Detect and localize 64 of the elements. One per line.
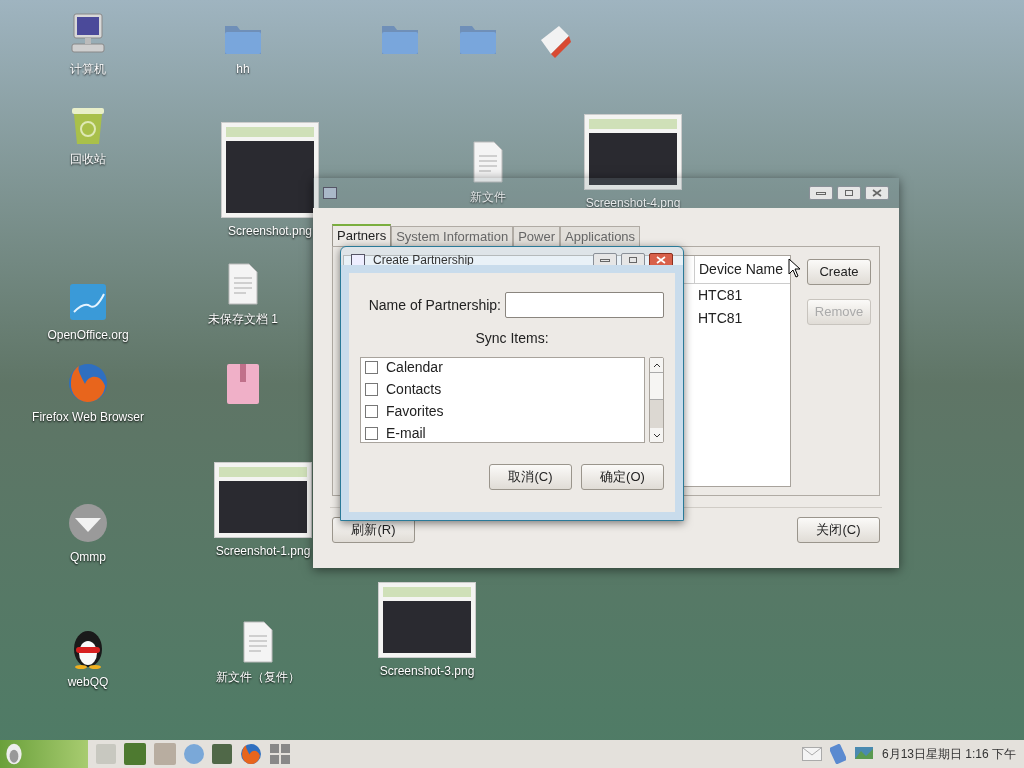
desktop-icon-label[interactable]: OpenOffice.org [47, 326, 129, 344]
checkbox-label: Contacts [386, 380, 442, 399]
minimize-button[interactable] [593, 253, 617, 267]
action-button[interactable]: Create [807, 259, 871, 285]
section-label: Sync Items: [475, 329, 549, 348]
scroll-up-icon[interactable] [650, 358, 663, 372]
desktop-icon-label[interactable]: Screenshot.png [227, 222, 313, 240]
close-button[interactable] [649, 253, 673, 267]
desktop-icon-label[interactable]: Screenshot-4.png [585, 194, 681, 212]
tab[interactable]: System Information [391, 226, 514, 246]
globe-fox-icon [67, 362, 109, 404]
document-icon [226, 262, 260, 306]
table-cell-text: HTC81 [697, 286, 744, 305]
desktop-icon-label[interactable]: Qmmp [70, 548, 106, 566]
footer-button[interactable]: 关闭(C) [797, 517, 880, 543]
window-icon [351, 254, 365, 266]
desktop-icon-label[interactable]: 新文件（复件） [216, 668, 300, 686]
maximize-button[interactable] [621, 253, 645, 267]
tab[interactable]: Power [513, 226, 560, 246]
close-button[interactable] [865, 186, 889, 200]
document-icon [471, 140, 505, 184]
desktop-icon-label[interactable]: 新文件 [470, 188, 506, 206]
window-icon [323, 187, 337, 199]
table-cell-text: HTC81 [697, 309, 744, 328]
input-field[interactable] [505, 292, 664, 318]
desktop-icon-label[interactable]: 回收站 [70, 150, 106, 168]
minimize-button[interactable] [809, 186, 833, 200]
desktop-icon-label[interactable]: webQQ [67, 673, 109, 691]
chart-document-icon [68, 282, 108, 322]
checkbox[interactable] [365, 405, 378, 418]
mail-icon[interactable] [801, 747, 822, 761]
scroll-thumb[interactable] [650, 372, 663, 400]
footer-button[interactable]: 刷新(R) [332, 517, 415, 543]
document-icon [241, 620, 275, 664]
checkbox-label: Calendar [386, 358, 443, 377]
desktop-icon-label[interactable]: 未保存文档 1 [208, 310, 278, 328]
checkbox-label: E-mail [386, 424, 426, 443]
desktop-icon-label[interactable]: Screenshot-1.png [215, 542, 311, 560]
field-label: Name of Partnership: [368, 295, 501, 315]
scroll-down-icon[interactable] [650, 428, 663, 442]
media-player-icon [67, 502, 109, 544]
tab[interactable]: Partners [332, 224, 392, 246]
scrollbar[interactable] [649, 357, 664, 443]
close-icon [656, 256, 666, 264]
dialog-button[interactable]: 确定(O) [581, 464, 664, 490]
grid-icon[interactable] [270, 744, 290, 764]
start-button[interactable] [0, 740, 88, 768]
desktop-icon-label[interactable]: Firefox Web Browser [32, 408, 144, 426]
tab[interactable]: Applications [560, 226, 641, 246]
checkbox[interactable] [365, 361, 378, 374]
clock-text[interactable]: 6月13日星期日 1:16 下午 [881, 745, 1024, 763]
checkbox[interactable] [365, 383, 378, 396]
checkbox-label: Favorites [386, 402, 444, 421]
archive-icon [225, 362, 261, 406]
globe-fox-icon[interactable] [240, 743, 262, 765]
dialog-title: Create Partnership [373, 252, 474, 269]
checkbox[interactable] [365, 427, 378, 440]
desktop-icon-label[interactable]: Screenshot-3.png [379, 662, 475, 680]
desktop-icon-label[interactable]: hh [236, 60, 250, 78]
dialog-button[interactable]: 取消(C) [489, 464, 572, 490]
phone-icon[interactable] [829, 744, 846, 764]
computer-icon [68, 12, 108, 56]
close-icon [872, 189, 882, 197]
maximize-button[interactable] [837, 186, 861, 200]
